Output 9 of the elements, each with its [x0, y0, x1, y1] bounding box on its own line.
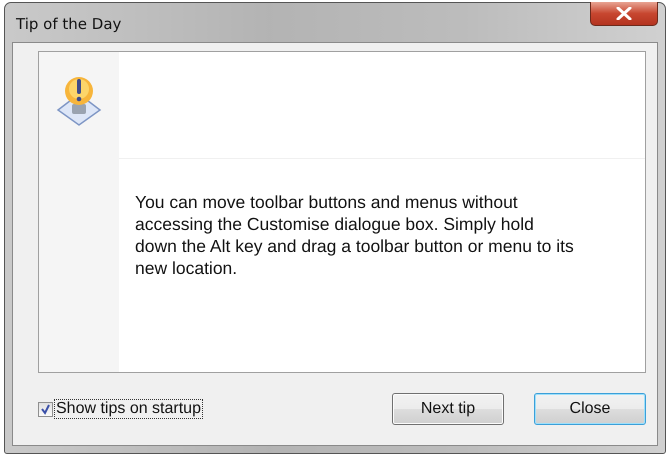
- tip-text: You can move toolbar buttons and menus without accessing the Customise dialogue box. Simply hold down the Alt key and drag a toolbar button or menu to its new location.: [135, 191, 575, 279]
- close-button[interactable]: [590, 2, 658, 26]
- window-title: Tip of the Day: [16, 15, 122, 33]
- close-icon: [616, 7, 632, 20]
- checkbox[interactable]: [38, 402, 53, 416]
- next-tip-button[interactable]: Next tip: [392, 393, 504, 425]
- checkbox-label[interactable]: Show tips on startup: [55, 400, 202, 418]
- close-button[interactable]: Close: [534, 393, 646, 425]
- lightbulb-icon: [55, 74, 103, 126]
